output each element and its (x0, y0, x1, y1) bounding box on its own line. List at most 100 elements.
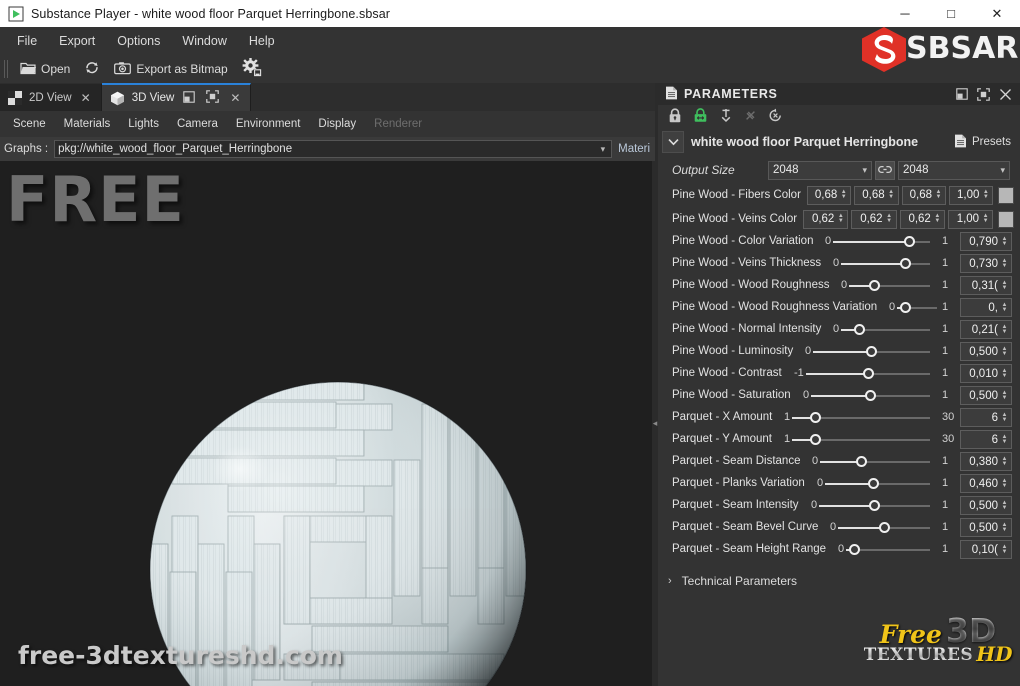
param-slider[interactable] (819, 497, 930, 515)
veins-color-g-input[interactable]: 0,62 ▲ ▼ (851, 209, 897, 229)
stepper-arrows-icon[interactable]: ▲ ▼ (981, 189, 990, 200)
maximize-panel-icon[interactable] (204, 90, 221, 106)
param-value-input[interactable]: 6 ▲ ▼ (960, 430, 1012, 449)
pin-icon[interactable] (744, 109, 757, 125)
stepper-arrows-icon[interactable]: ▲ ▼ (887, 189, 896, 200)
presets-button[interactable]: Presets (951, 132, 1014, 153)
close-icon[interactable] (999, 88, 1012, 101)
submenu-lights[interactable]: Lights (119, 114, 168, 134)
menu-options[interactable]: Options (106, 30, 171, 52)
tab-3d-view-close-icon[interactable]: ✕ (228, 91, 242, 105)
param-value-input[interactable]: 0,730 ▲ ▼ (960, 254, 1012, 273)
stepper-arrows-icon[interactable]: ▲ ▼ (1000, 456, 1009, 467)
veins-color-b-input[interactable]: 0,62 ▲ ▼ (899, 209, 945, 229)
veins-color-r-input[interactable]: 0,62 ▲ ▼ (803, 209, 849, 229)
param-value-input[interactable]: 0,010 ▲ ▼ (960, 364, 1012, 383)
param-value-input[interactable]: 0,10(▲ ▼ (960, 540, 1012, 559)
fibers-color-swatch[interactable] (998, 186, 1015, 204)
restore-window-icon[interactable] (181, 90, 197, 106)
fibers-color-b-input[interactable]: 0,68 ▲ ▼ (901, 185, 947, 205)
slider-knob[interactable] (867, 478, 879, 489)
fibers-color-a-input[interactable]: 1,00 ▲ ▼ (949, 185, 994, 205)
param-value-input[interactable]: 0,790 ▲ ▼ (960, 232, 1012, 251)
reset-icon[interactable] (768, 108, 783, 126)
submenu-display[interactable]: Display (309, 114, 365, 134)
stepper-arrows-icon[interactable]: ▲ ▼ (934, 189, 943, 200)
slider-knob[interactable] (869, 500, 880, 511)
fibers-color-g-input[interactable]: 0,68 ▲ ▼ (854, 185, 899, 205)
param-value-input[interactable]: 6 ▲ ▼ (960, 408, 1012, 427)
param-slider[interactable] (833, 233, 930, 251)
menu-help[interactable]: Help (238, 30, 286, 52)
param-slider[interactable] (897, 299, 937, 317)
param-slider[interactable] (813, 343, 930, 361)
stepper-arrows-icon[interactable]: ▲ ▼ (1000, 236, 1009, 247)
stepper-arrows-icon[interactable]: ▲ ▼ (885, 213, 894, 224)
stepper-arrows-icon[interactable]: ▲ ▼ (1000, 280, 1009, 291)
param-value-input[interactable]: 0,460 ▲ ▼ (960, 474, 1012, 493)
slider-knob[interactable] (868, 280, 880, 291)
pin-down-icon[interactable] (719, 108, 733, 126)
stepper-arrows-icon[interactable]: ▲ ▼ (836, 213, 845, 224)
stepper-arrows-icon[interactable]: ▲ ▼ (1000, 500, 1009, 511)
slider-knob[interactable] (878, 522, 890, 533)
link-unlock-icon[interactable] (693, 108, 708, 126)
export-as-bitmap-button[interactable]: Export as Bitmap (107, 57, 234, 81)
param-value-input[interactable]: 0,21(▲ ▼ (960, 320, 1012, 339)
slider-knob[interactable] (809, 434, 821, 445)
stepper-arrows-icon[interactable]: ▲ ▼ (1000, 346, 1009, 357)
stepper-arrows-icon[interactable]: ▲ ▼ (1000, 390, 1009, 401)
chevron-right-icon[interactable]: › (668, 575, 672, 587)
tab-3d-view[interactable]: 3D View ✕ (101, 83, 252, 111)
menu-export[interactable]: Export (48, 30, 106, 52)
maximize-button[interactable]: □ (928, 0, 974, 27)
slider-knob[interactable] (900, 258, 912, 269)
menu-file[interactable]: File (6, 30, 48, 52)
veins-color-a-input[interactable]: 1,00 ▲ ▼ (947, 209, 994, 229)
stepper-arrows-icon[interactable]: ▲ ▼ (1000, 302, 1009, 313)
collapse-panel-arrow-icon[interactable]: ◂ (653, 418, 658, 429)
param-value-input[interactable]: 0, ▲ ▼ (960, 298, 1012, 317)
toolbar-grip[interactable] (2, 59, 10, 79)
param-value-input[interactable]: 0,31(▲ ▼ (960, 276, 1012, 295)
lock-icon[interactable] (668, 108, 682, 126)
param-slider[interactable] (841, 255, 930, 273)
tab-2d-view[interactable]: 2D View ✕ (0, 84, 102, 111)
open-button[interactable]: Open (13, 57, 77, 81)
menu-window[interactable]: Window (171, 30, 237, 52)
tab-2d-view-close-icon[interactable]: ✕ (79, 91, 93, 105)
stepper-arrows-icon[interactable]: ▲ ▼ (933, 213, 942, 224)
slider-knob[interactable] (856, 456, 868, 467)
restore-window-icon[interactable] (956, 88, 968, 100)
param-slider[interactable] (811, 387, 930, 405)
stepper-arrows-icon[interactable]: ▲ ▼ (1000, 324, 1009, 335)
param-value-input[interactable]: 0,500 ▲ ▼ (960, 386, 1012, 405)
submenu-environment[interactable]: Environment (227, 114, 310, 134)
slider-knob[interactable] (809, 412, 821, 423)
param-slider[interactable] (792, 431, 930, 449)
output-size-height-select[interactable]: 2048 ▾ (898, 160, 1010, 180)
minimize-button[interactable]: ─ (882, 0, 928, 27)
slider-knob[interactable] (866, 346, 877, 357)
3d-viewport[interactable]: FREE free-3dtextureshd.com (0, 161, 652, 686)
graph-select[interactable]: pkg://white_wood_floor_Parquet_Herringbo… (54, 140, 613, 158)
refresh-button[interactable] (77, 57, 107, 81)
submenu-scene[interactable]: Scene (4, 114, 55, 134)
param-slider[interactable] (792, 409, 930, 427)
param-value-input[interactable]: 0,380 ▲ ▼ (960, 452, 1012, 471)
output-size-width-select[interactable]: 2048 ▾ (768, 160, 872, 180)
fibers-color-r-input[interactable]: 0,68 ▲ ▼ (806, 185, 852, 205)
param-slider[interactable] (841, 321, 930, 339)
stepper-arrows-icon[interactable]: ▲ ▼ (1000, 478, 1009, 489)
slider-knob[interactable] (899, 302, 911, 313)
settings-button[interactable] (235, 57, 269, 81)
close-button[interactable]: ✕ (974, 0, 1020, 27)
veins-color-swatch[interactable] (998, 210, 1015, 228)
maximize-panel-icon[interactable] (977, 87, 990, 101)
param-value-input[interactable]: 0,500 ▲ ▼ (960, 342, 1012, 361)
submenu-materials[interactable]: Materials (55, 114, 120, 134)
param-slider[interactable] (825, 475, 930, 493)
graph-collapse-button[interactable] (662, 131, 684, 153)
submenu-camera[interactable]: Camera (168, 114, 227, 134)
technical-parameters-row[interactable]: › Technical Parameters (658, 569, 1020, 593)
